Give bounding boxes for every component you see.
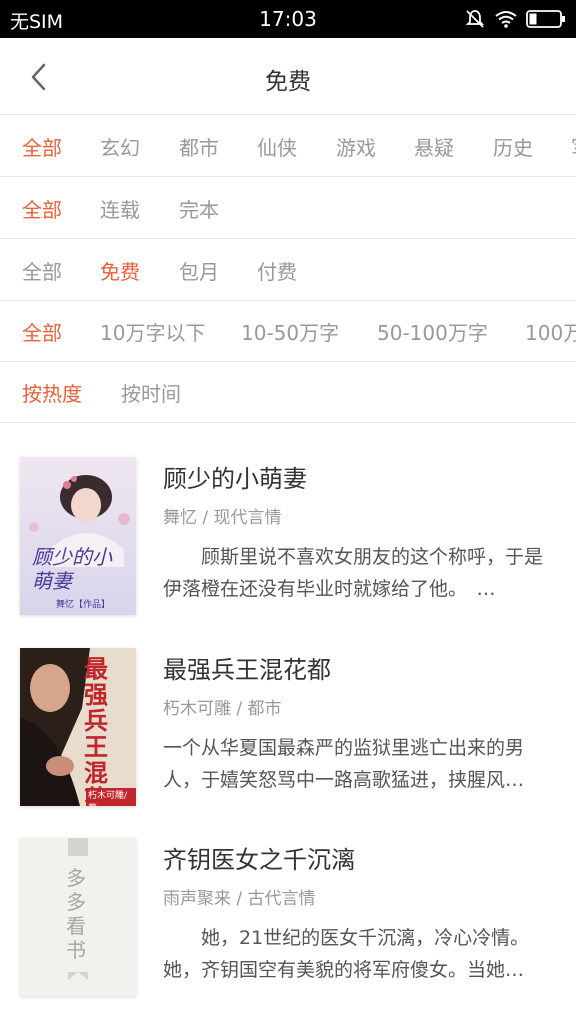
filter-category-xianxia[interactable]: 仙侠 xyxy=(257,132,297,161)
filter-wordcount-over-100w[interactable]: 100万 xyxy=(525,317,576,346)
page-title: 免费 xyxy=(265,69,311,95)
filter-wordcount-all[interactable]: 全部 xyxy=(22,317,62,346)
filter-wordcount-10-50w[interactable]: 10-50万字 xyxy=(241,317,339,346)
filter-price-free[interactable]: 免费 xyxy=(100,256,140,285)
filter-category-all[interactable]: 全部 xyxy=(22,132,62,161)
cover-title-text: 多多看书 xyxy=(66,866,86,962)
battery-icon xyxy=(526,10,565,28)
book-cover[interactable]: 顾少的小萌妻 舞忆【作品】 xyxy=(20,457,136,615)
book-description: 顾斯里说不喜欢女朋友的这个称呼，于是伊落橙在还没有毕业时就嫁给了他。 … xyxy=(163,546,544,600)
filter-status-all[interactable]: 全部 xyxy=(22,194,62,223)
filter-row-status: 全部 连载 完本 xyxy=(0,177,576,239)
cover-title-text: 最强兵王混花都 xyxy=(84,654,108,807)
filter-wordcount-under-10w[interactable]: 10万字以下 xyxy=(100,317,205,346)
filter-category-junshi[interactable]: 军 xyxy=(571,132,576,161)
mute-bell-icon xyxy=(465,10,485,28)
book-title[interactable]: 齐钥医女之千沉漓 xyxy=(163,840,355,875)
filter-category-dushi[interactable]: 都市 xyxy=(179,132,219,161)
bookmark-tail-icon xyxy=(68,972,88,980)
filter-price-monthly[interactable]: 包月 xyxy=(179,256,219,285)
filter-row-wordcount: 全部 10万字以下 10-50万字 50-100万字 100万 xyxy=(0,300,576,362)
book-meta: 舞忆 / 现代言情 xyxy=(163,508,282,528)
filter-category-lishi[interactable]: 历史 xyxy=(493,132,533,161)
filter-wordcount-50-100w[interactable]: 50-100万字 xyxy=(377,317,488,346)
book-item[interactable]: 顾少的小萌妻 舞忆【作品】 顾少的小萌妻 舞忆 / 现代言情 顾斯里说不喜欢女朋… xyxy=(0,435,576,625)
bookmark-icon xyxy=(68,838,88,856)
filter-category-xuanhuan[interactable]: 玄幻 xyxy=(100,132,140,161)
book-meta: 朽木可雕 / 都市 xyxy=(163,699,282,719)
book-title[interactable]: 顾少的小萌妻 xyxy=(163,459,307,494)
sort-by-time[interactable]: 按时间 xyxy=(121,378,181,407)
filter-status-complete[interactable]: 完本 xyxy=(179,194,219,223)
filter-price-all[interactable]: 全部 xyxy=(22,256,62,285)
book-item[interactable]: 最强兵王混花都 朽木可雕/著 最强兵王混花都 朽木可雕 / 都市 一个从华夏国最… xyxy=(0,626,576,816)
status-bar: 无SIM 17:03 xyxy=(0,0,576,38)
status-icons xyxy=(464,8,566,30)
filter-category-youxi[interactable]: 游戏 xyxy=(336,132,376,161)
cover-author-text: 朽木可雕/著 xyxy=(86,788,136,806)
wifi-icon xyxy=(495,11,517,28)
book-title[interactable]: 最强兵王混花都 xyxy=(163,650,331,685)
cover-title-text: 顾少的小萌妻 xyxy=(32,545,112,593)
filter-row-sort: 按热度 按时间 xyxy=(0,361,576,423)
book-cover[interactable]: 多多看书 xyxy=(20,838,136,996)
book-item[interactable]: 多多看书 齐钥医女之千沉漓 雨声聚来 / 古代言情 她，21世纪的医女千沉漓，冷… xyxy=(0,816,576,1006)
filter-category-xuanyi[interactable]: 悬疑 xyxy=(414,132,454,161)
book-description: 她，21世纪的医女千沉漓，冷心冷情。她，齐钥国空有美貌的将军府傻女。当她… xyxy=(163,927,530,981)
filter-row-price: 全部 免费 包月 付费 xyxy=(0,239,576,301)
sort-by-popularity[interactable]: 按热度 xyxy=(22,378,82,407)
filter-status-serial[interactable]: 连载 xyxy=(100,194,140,223)
filter-row-category: 全部 玄幻 都市 仙侠 游戏 悬疑 历史 军 xyxy=(0,115,576,177)
nav-bar: 免费 xyxy=(0,38,576,115)
book-meta: 雨声聚来 / 古代言情 xyxy=(163,889,316,909)
book-cover[interactable]: 最强兵王混花都 朽木可雕/著 xyxy=(20,648,136,806)
book-description: 一个从华夏国最森严的监狱里逃亡出来的男人，于嬉笑怒骂中一路高歌猛进，挟腥风… xyxy=(163,737,525,791)
filter-price-paid[interactable]: 付费 xyxy=(257,256,297,285)
cover-author-text: 舞忆【作品】 xyxy=(56,600,111,610)
